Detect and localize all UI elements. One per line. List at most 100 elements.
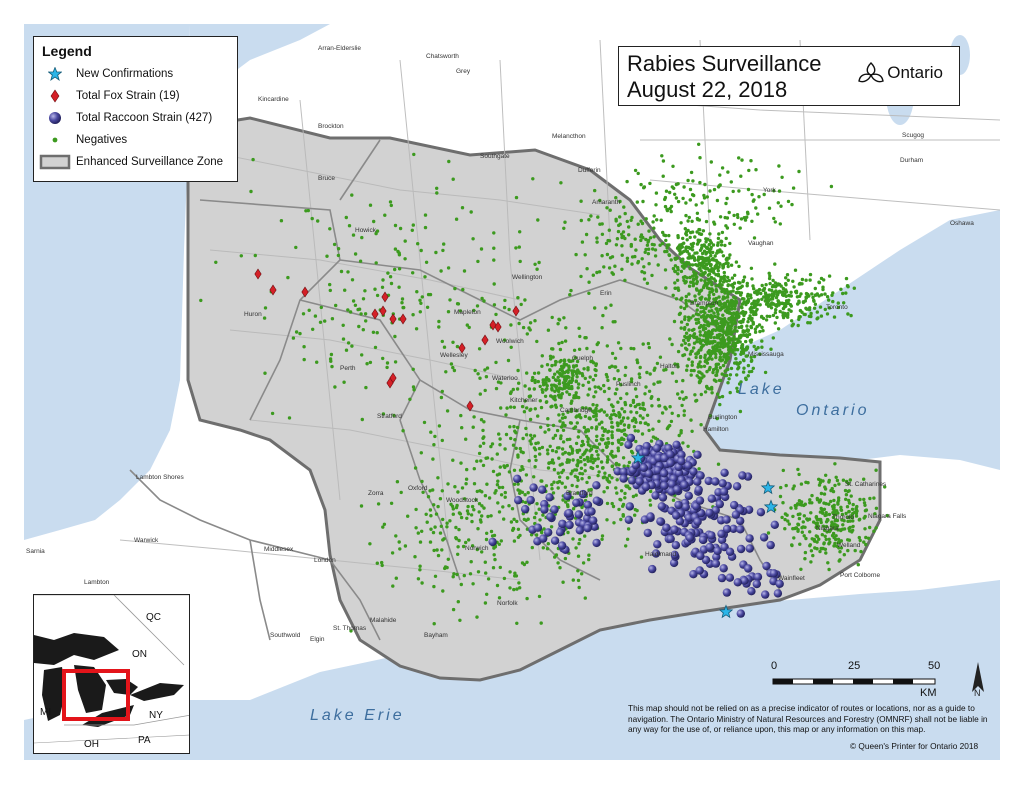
- negative-dot: [568, 293, 572, 297]
- negative-dot: [709, 331, 713, 335]
- raccoon-sphere: [693, 517, 702, 526]
- negative-dot: [741, 370, 746, 374]
- negative-dot: [678, 396, 682, 400]
- negative-dot: [654, 191, 659, 195]
- negative-dot: [747, 370, 752, 374]
- negative-dot: [789, 290, 793, 294]
- negative-dot: [535, 267, 539, 271]
- negative-dot: [783, 527, 787, 531]
- negative-dot: [497, 485, 502, 490]
- negative-dot: [581, 442, 586, 447]
- negative-dot: [708, 365, 712, 370]
- negative-dot: [573, 425, 578, 429]
- negative-dot: [802, 312, 806, 316]
- negative-dot: [696, 365, 700, 369]
- negative-dot: [674, 297, 679, 301]
- negative-dot: [698, 180, 702, 185]
- negative-dot: [780, 175, 784, 179]
- negative-dot: [579, 466, 584, 470]
- negative-dot: [454, 217, 459, 221]
- negative-dot: [518, 446, 522, 451]
- raccoon-sphere: [705, 508, 714, 518]
- negative-dot: [715, 392, 720, 396]
- raccoon-sphere: [666, 458, 675, 468]
- negative-dot: [824, 473, 828, 477]
- raccoon-sphere: [589, 516, 598, 525]
- negative-dot: [747, 168, 751, 173]
- raccoon-sphere: [722, 515, 731, 524]
- negative-dot: [856, 563, 860, 567]
- negative-dot: [403, 239, 407, 243]
- negative-dot: [797, 499, 802, 503]
- negative-dot: [447, 159, 451, 164]
- negative-dot: [680, 245, 684, 249]
- negative-dot: [824, 513, 828, 517]
- negative-dot: [838, 550, 842, 554]
- negative-dot: [625, 179, 629, 184]
- negative-dot: [737, 156, 741, 160]
- raccoon-sphere: [583, 524, 592, 533]
- negative-dot: [550, 458, 555, 462]
- negative-dot: [595, 403, 599, 408]
- negative-dot: [663, 405, 667, 409]
- negative-dot: [393, 360, 398, 364]
- negative-dot: [851, 524, 855, 529]
- negative-dot: [618, 497, 622, 502]
- negative-dot: [576, 368, 580, 372]
- negative-dot: [671, 164, 675, 168]
- negative-dot: [549, 525, 554, 529]
- negative-dot: [773, 262, 777, 266]
- negative-dot: [711, 339, 716, 344]
- raccoon-sphere: [574, 510, 583, 519]
- negative-dot: [607, 386, 611, 391]
- negative-dot: [491, 566, 496, 570]
- negative-dot: [724, 201, 728, 206]
- raccoon-sphere: [635, 477, 644, 486]
- negative-dot: [561, 498, 565, 502]
- negative-dot: [660, 411, 665, 415]
- negative-dot: [709, 334, 713, 339]
- negative-dot: [831, 507, 835, 511]
- negative-dot: [398, 547, 402, 551]
- negative-dot: [581, 453, 585, 457]
- negative-dot: [826, 518, 830, 522]
- negative-dot: [521, 436, 525, 441]
- negative-dot: [432, 622, 436, 626]
- negative-dot: [806, 321, 810, 325]
- negative-dot: [698, 228, 702, 232]
- negative-dot: [831, 299, 835, 304]
- negative-dot: [537, 446, 542, 451]
- negative-dot: [360, 417, 364, 422]
- negative-dot: [721, 319, 725, 324]
- negative-dot: [710, 391, 714, 395]
- negative-dot: [559, 181, 563, 185]
- negative-dot: [483, 560, 487, 564]
- negative-dot: [735, 310, 739, 315]
- negative-dot: [611, 504, 616, 509]
- negative-dot: [608, 256, 613, 260]
- place-durham: Durham: [900, 157, 923, 164]
- negative-dot: [543, 430, 547, 434]
- negative-dot: [664, 286, 668, 290]
- negative-dot: [419, 301, 423, 305]
- negative-dot: [620, 244, 624, 248]
- negative-dot: [574, 441, 579, 446]
- negative-dot: [453, 286, 457, 291]
- place-dufferin: Dufferin: [578, 167, 601, 174]
- negative-dot: [797, 169, 801, 174]
- negative-dot: [437, 325, 441, 329]
- raccoon-sphere: [747, 587, 756, 596]
- negative-dot: [410, 228, 414, 232]
- negative-dot: [556, 393, 561, 397]
- negative-dot: [723, 215, 727, 220]
- negative-dot: [742, 358, 746, 363]
- scale-tick-0: 0: [771, 660, 778, 672]
- negative-dot: [620, 235, 624, 240]
- negative-dot: [591, 460, 595, 465]
- raccoon-sphere: [761, 590, 770, 599]
- negative-dot: [588, 375, 592, 379]
- place-amaranth: Amaranth: [592, 199, 621, 206]
- negative-dot: [716, 269, 720, 273]
- negative-dot: [705, 384, 709, 389]
- negative-dot: [592, 395, 596, 399]
